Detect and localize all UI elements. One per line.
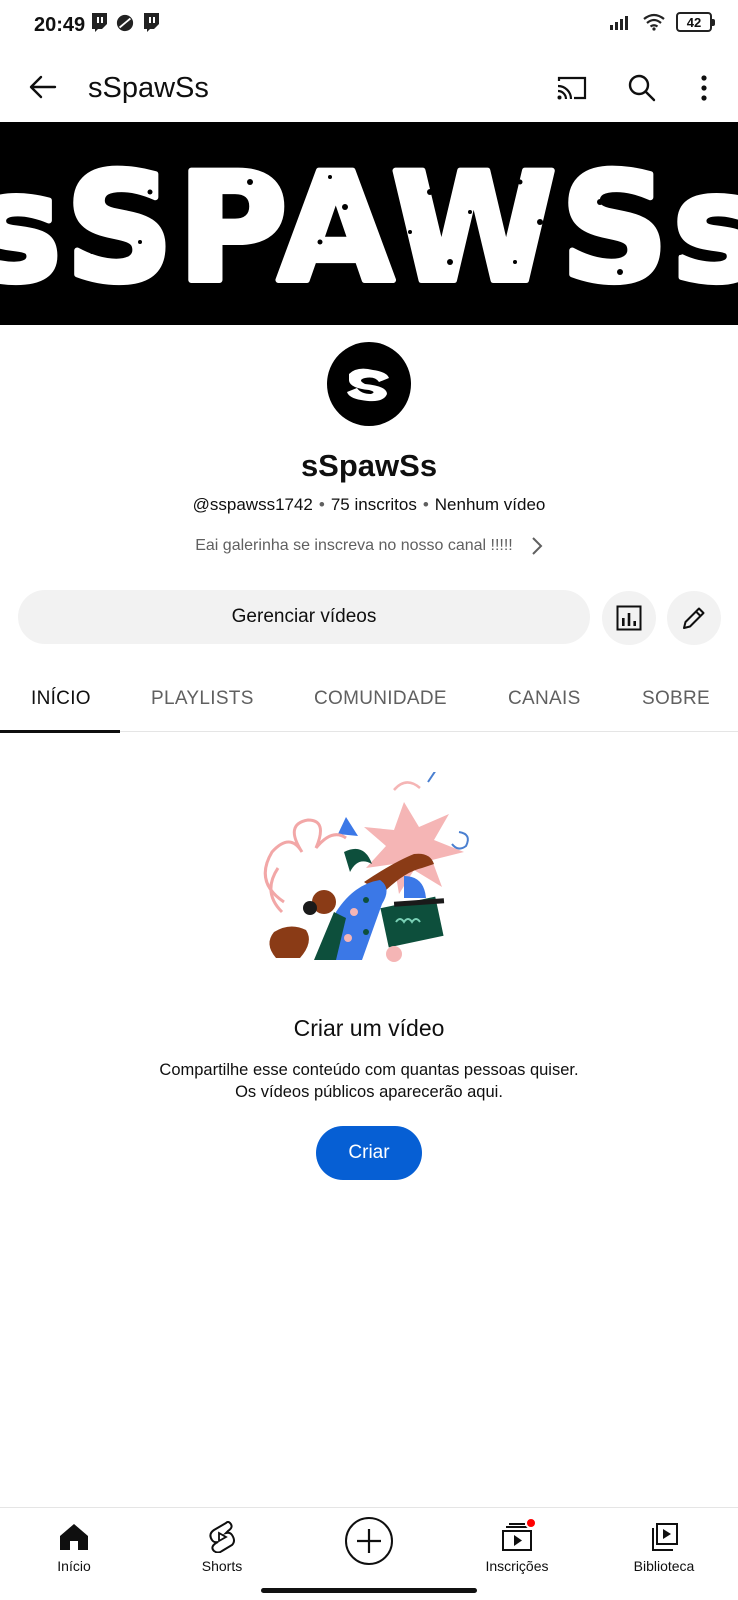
tab-inicio[interactable]: INÍCIO — [31, 688, 91, 710]
nav-item-shorts[interactable]: Shorts — [162, 1520, 282, 1574]
chevron-right-icon — [532, 537, 543, 555]
subscriptions-icon — [500, 1517, 537, 1554]
nav-item-library[interactable]: Biblioteca — [604, 1520, 724, 1574]
bottom-navigation: Início Shorts Inscrições Biblioteca — [0, 1507, 738, 1600]
back-button[interactable] — [24, 68, 62, 106]
twitch-icon — [92, 13, 107, 32]
edit-icon — [683, 607, 705, 629]
analytics-icon — [616, 605, 642, 631]
channel-handle: @sspawss1742 — [192, 495, 313, 514]
nav-item-subscriptions[interactable]: Inscrições — [457, 1517, 577, 1574]
nav-label: Inscrições — [485, 1558, 549, 1574]
channel-name: sSpawSs — [300, 448, 438, 483]
create-button[interactable]: Criar — [316, 1126, 422, 1180]
edit-channel-button[interactable] — [667, 591, 721, 645]
battery-icon: 42 — [676, 12, 715, 32]
channel-banner: sSPAWSs — [0, 122, 738, 325]
video-count: Nenhum vídeo — [434, 495, 546, 514]
empty-state-description: Os vídeos públicos aparecerão aqui. — [235, 1083, 503, 1101]
channel-description[interactable]: Eai galerinha se inscreva no nosso canal… — [0, 536, 738, 556]
status-bar: 20:49 42 — [0, 0, 738, 52]
wifi-icon — [643, 13, 665, 31]
nav-item-home[interactable]: Início — [14, 1520, 134, 1574]
twitch-icon — [144, 13, 159, 32]
search-icon — [628, 74, 656, 102]
empty-state-description: Compartilhe esse conteúdo com quantas pe… — [159, 1061, 579, 1079]
channel-avatar[interactable] — [327, 342, 411, 426]
empty-state-title: Criar um vídeo — [293, 1015, 445, 1041]
manage-videos-button[interactable]: Gerenciar vídeos — [18, 590, 590, 644]
banner-text: sSPAWSs — [0, 142, 738, 316]
page-title: sSpawSs — [88, 72, 209, 104]
create-plus-icon — [344, 1516, 394, 1566]
app-icon — [116, 14, 134, 32]
nav-label: Início — [57, 1558, 91, 1574]
nav-item-create[interactable] — [309, 1516, 429, 1566]
more-vert-icon — [701, 75, 707, 101]
banner-logo: sSPAWSs — [0, 122, 738, 325]
analytics-button[interactable] — [602, 591, 656, 645]
status-notification-icons — [90, 13, 160, 33]
home-icon — [57, 1520, 91, 1554]
channel-tabs: INÍCIO PLAYLISTS COMUNIDADE CANAIS SOBRE — [0, 668, 738, 733]
cast-button[interactable] — [552, 68, 592, 108]
tab-sobre[interactable]: SOBRE — [642, 688, 710, 710]
home-indicator — [261, 1588, 477, 1593]
active-tab-indicator — [0, 730, 120, 733]
signal-icon — [610, 16, 628, 30]
create-video-illustration — [263, 772, 469, 962]
shorts-icon — [205, 1520, 239, 1554]
meta-separator: • — [318, 495, 325, 514]
status-system-icons: 42 — [610, 12, 715, 32]
nav-label: Shorts — [201, 1558, 243, 1574]
status-time: 20:49 — [34, 14, 86, 36]
tab-canais[interactable]: CANAIS — [508, 688, 581, 710]
back-arrow-icon — [29, 75, 57, 99]
channel-logo-icon — [347, 368, 389, 402]
more-options-button[interactable] — [684, 68, 724, 108]
search-button[interactable] — [622, 68, 662, 108]
nav-label: Biblioteca — [633, 1558, 695, 1574]
tab-comunidade[interactable]: COMUNIDADE — [314, 688, 447, 710]
library-icon — [647, 1520, 681, 1554]
subscriber-count: 75 inscritos — [330, 495, 417, 514]
top-app-bar: sSpawSs — [0, 52, 738, 122]
meta-separator: • — [422, 495, 429, 514]
tab-playlists[interactable]: PLAYLISTS — [151, 688, 254, 710]
channel-description-text: Eai galerinha se inscreva no nosso canal… — [195, 537, 513, 554]
cast-icon — [557, 76, 587, 100]
channel-meta: @sspawss1742 • 75 inscritos • Nenhum vídeo — [0, 495, 738, 515]
notification-dot — [525, 1517, 537, 1529]
